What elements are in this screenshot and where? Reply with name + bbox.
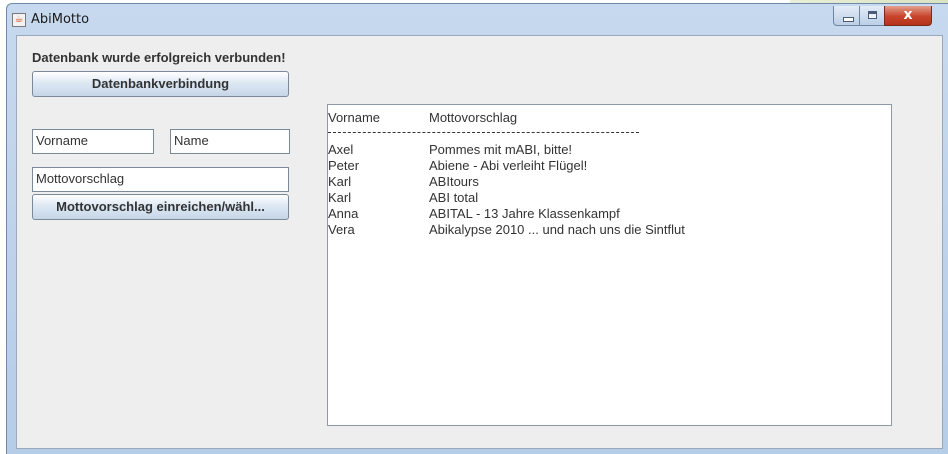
row-motto: ABI total <box>429 190 479 205</box>
row-vorname: Karl <box>328 174 352 189</box>
close-button[interactable]: x <box>884 6 932 26</box>
row-vorname: Anna <box>328 206 359 221</box>
app-window: ☕ AbiMotto x Datenbank wurde erfolgreich… <box>6 3 948 454</box>
name-field[interactable]: Name <box>170 129 290 154</box>
output-header: Vorname Mottovorschlag <box>328 110 891 126</box>
row-vorname: Peter <box>328 158 360 173</box>
row-vorname: Vera <box>328 222 355 237</box>
close-icon: x <box>903 7 913 23</box>
row-motto: ABITAL - 13 Jahre Klassenkampf <box>429 206 620 221</box>
row-vorname: Axel <box>328 142 354 157</box>
submit-motto-button[interactable]: Mottovorschlag einreichen/wähl... <box>32 194 289 220</box>
row-motto: Abiene - Abi verleiht Flügel! <box>429 158 588 173</box>
row-motto: Abikalypse 2010 ... und nach uns die Sin… <box>429 222 685 237</box>
motto-field[interactable]: Mottovorschlag <box>32 167 289 192</box>
window-title: AbiMotto <box>31 12 90 27</box>
row-motto: ABItours <box>429 174 479 189</box>
header-vorname: Vorname <box>328 110 381 125</box>
output-separator <box>328 132 639 133</box>
row-motto: Pommes mit mABI, bitte! <box>429 142 573 157</box>
minimize-icon <box>843 17 854 22</box>
maximize-icon <box>868 11 877 19</box>
database-connect-button[interactable]: Datenbankverbindung <box>32 71 289 97</box>
maximize-button[interactable] <box>859 6 885 26</box>
motto-output-area[interactable]: Vorname Mottovorschlag Axel Pommes mit m… <box>327 104 892 426</box>
connection-status-label: Datenbank wurde erfolgreich verbunden! <box>32 50 286 65</box>
content-panel: Datenbank wurde erfolgreich verbunden! D… <box>16 35 943 449</box>
java-app-icon[interactable]: ☕ <box>12 13 26 27</box>
title-bar[interactable]: ☕ AbiMotto x <box>7 4 948 34</box>
vorname-field[interactable]: Vorname <box>32 129 154 154</box>
row-vorname: Karl <box>328 190 352 205</box>
header-motto: Mottovorschlag <box>429 110 518 125</box>
minimize-button[interactable] <box>833 6 860 26</box>
